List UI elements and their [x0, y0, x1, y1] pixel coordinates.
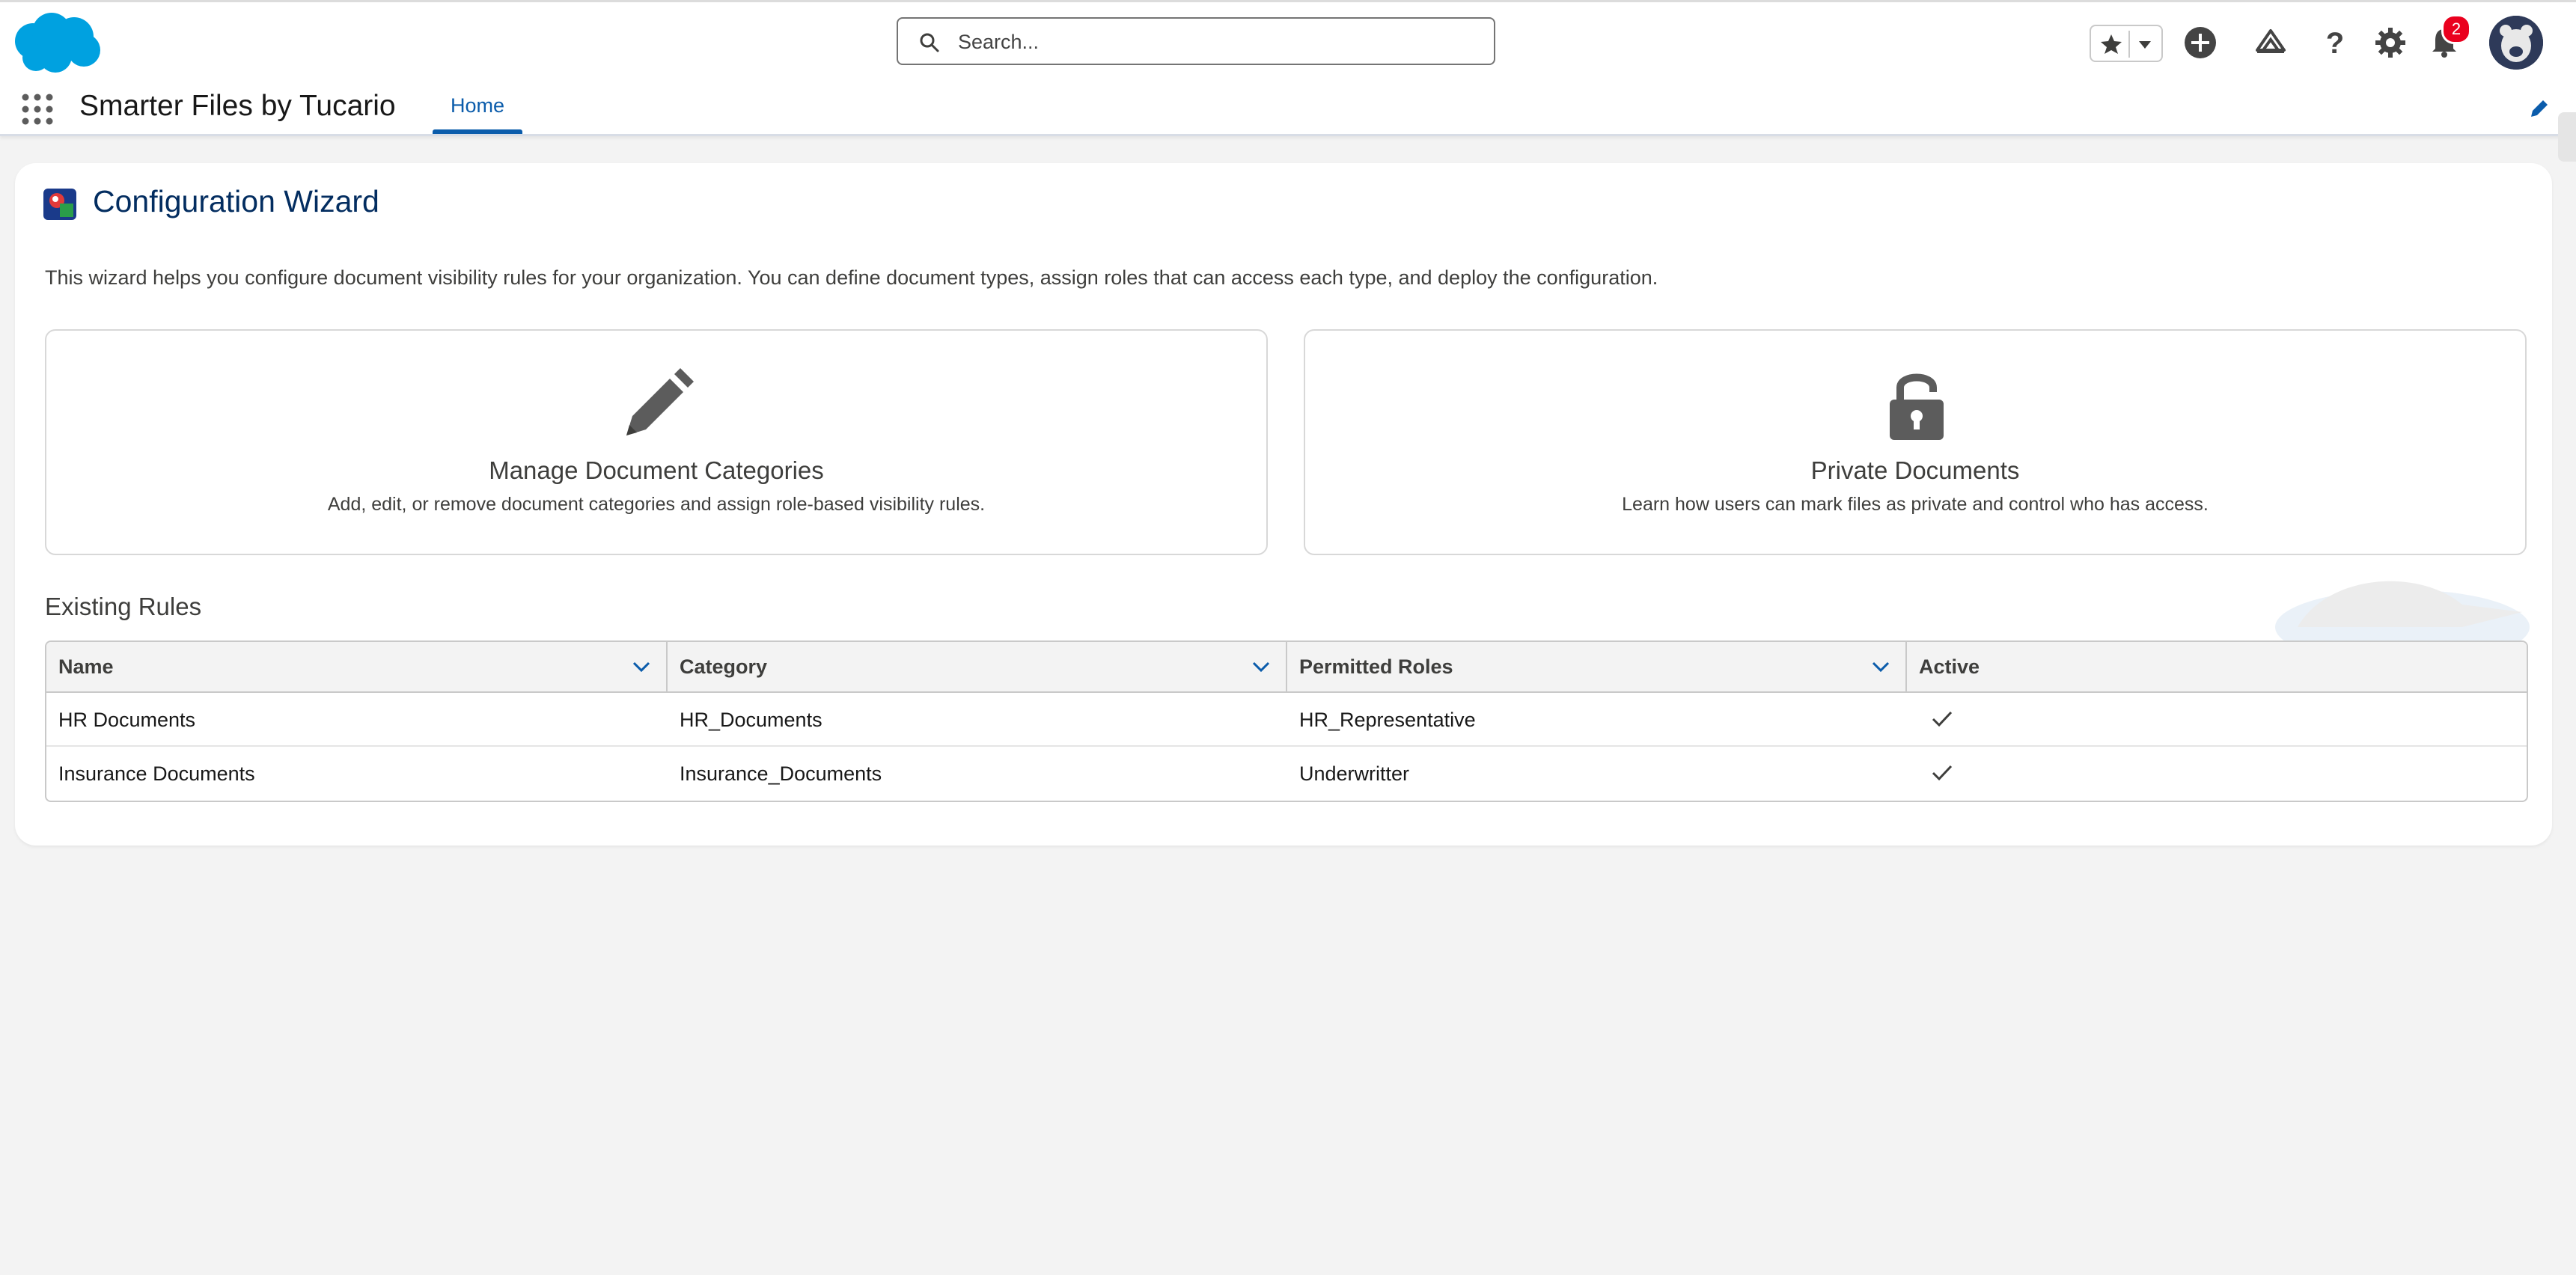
app-name: Smarter Files by Tucario	[79, 90, 396, 122]
edit-nav-icon[interactable]	[2527, 96, 2552, 121]
chevron-down-icon[interactable]	[632, 658, 651, 675]
private-documents-tile[interactable]: Private Documents Learn how users can ma…	[1304, 329, 2527, 555]
existing-rules-heading: Existing Rules	[45, 593, 202, 620]
notification-badge: 2	[2441, 14, 2471, 44]
search-icon	[920, 33, 939, 52]
divider	[2128, 31, 2130, 58]
global-header: ? 2	[0, 0, 2576, 79]
tile-title: Private Documents	[1810, 456, 2020, 484]
app-launcher-icon[interactable]	[19, 91, 55, 127]
chevron-down-icon[interactable]	[2134, 35, 2155, 53]
column-label: Category	[680, 655, 768, 678]
column-header-category[interactable]: Category	[668, 642, 1287, 691]
check-icon	[1932, 711, 1953, 727]
avatar[interactable]	[2489, 16, 2543, 70]
table-row[interactable]: Insurance Documents Insurance_Documents …	[46, 747, 2527, 801]
tab-home-label: Home	[450, 94, 505, 117]
active-tab-indicator	[433, 129, 522, 134]
svg-text:?: ?	[2326, 27, 2344, 60]
configuration-wizard-card: Configuration Wizard This wizard helps y…	[15, 163, 2552, 846]
app-nav-bar: Smarter Files by Tucario Home	[0, 79, 2576, 136]
rules-table: Name Category Permitted Roles Active HR …	[45, 640, 2528, 802]
salesforce-cloud-logo[interactable]	[10, 11, 100, 74]
column-label: Permitted Roles	[1299, 655, 1453, 678]
trailhead-icon[interactable]	[2253, 25, 2289, 61]
app-logo-icon	[43, 189, 76, 220]
search-input[interactable]	[956, 23, 1483, 61]
tile-description: Learn how users can mark files as privat…	[1622, 494, 2209, 515]
intro-text: This wizard helps you configure document…	[45, 266, 1658, 289]
tile-title: Manage Document Categories	[489, 456, 824, 484]
favorites-button-group	[2090, 25, 2163, 62]
help-icon[interactable]: ?	[2317, 25, 2353, 61]
column-header-active[interactable]: Active	[1907, 642, 2527, 691]
user-avatar-icon	[2489, 16, 2543, 70]
side-panel-handle[interactable]	[2558, 112, 2576, 162]
column-header-name[interactable]: Name	[46, 642, 668, 691]
column-label: Name	[58, 655, 114, 678]
cell-name: Insurance Documents	[58, 762, 255, 785]
cell-roles: HR_Representative	[1299, 709, 1476, 731]
cell-name: HR Documents	[58, 709, 196, 731]
star-icon[interactable]	[2100, 34, 2122, 55]
table-row[interactable]: HR Documents HR_Documents HR_Representat…	[46, 693, 2527, 747]
chevron-down-icon[interactable]	[1251, 658, 1271, 675]
check-icon	[1932, 765, 1953, 781]
pencil-icon	[626, 368, 694, 435]
column-label: Active	[1919, 655, 1980, 678]
cell-category: Insurance_Documents	[680, 762, 882, 785]
tile-description: Add, edit, or remove document categories…	[327, 494, 986, 515]
tab-home[interactable]: Home	[433, 79, 522, 134]
cell-category: HR_Documents	[680, 709, 822, 731]
chevron-down-icon[interactable]	[1871, 658, 1890, 675]
lock-icon	[1890, 373, 1944, 440]
cell-roles: Underwritter	[1299, 762, 1410, 785]
global-search[interactable]	[897, 17, 1495, 65]
gear-icon[interactable]	[2372, 25, 2408, 61]
column-header-permitted-roles[interactable]: Permitted Roles	[1287, 642, 1907, 691]
table-header: Name Category Permitted Roles Active	[46, 642, 2527, 693]
manage-document-categories-tile[interactable]: Manage Document Categories Add, edit, or…	[45, 329, 1268, 555]
page-title: Configuration Wizard	[93, 184, 379, 218]
add-icon[interactable]	[2182, 25, 2218, 61]
